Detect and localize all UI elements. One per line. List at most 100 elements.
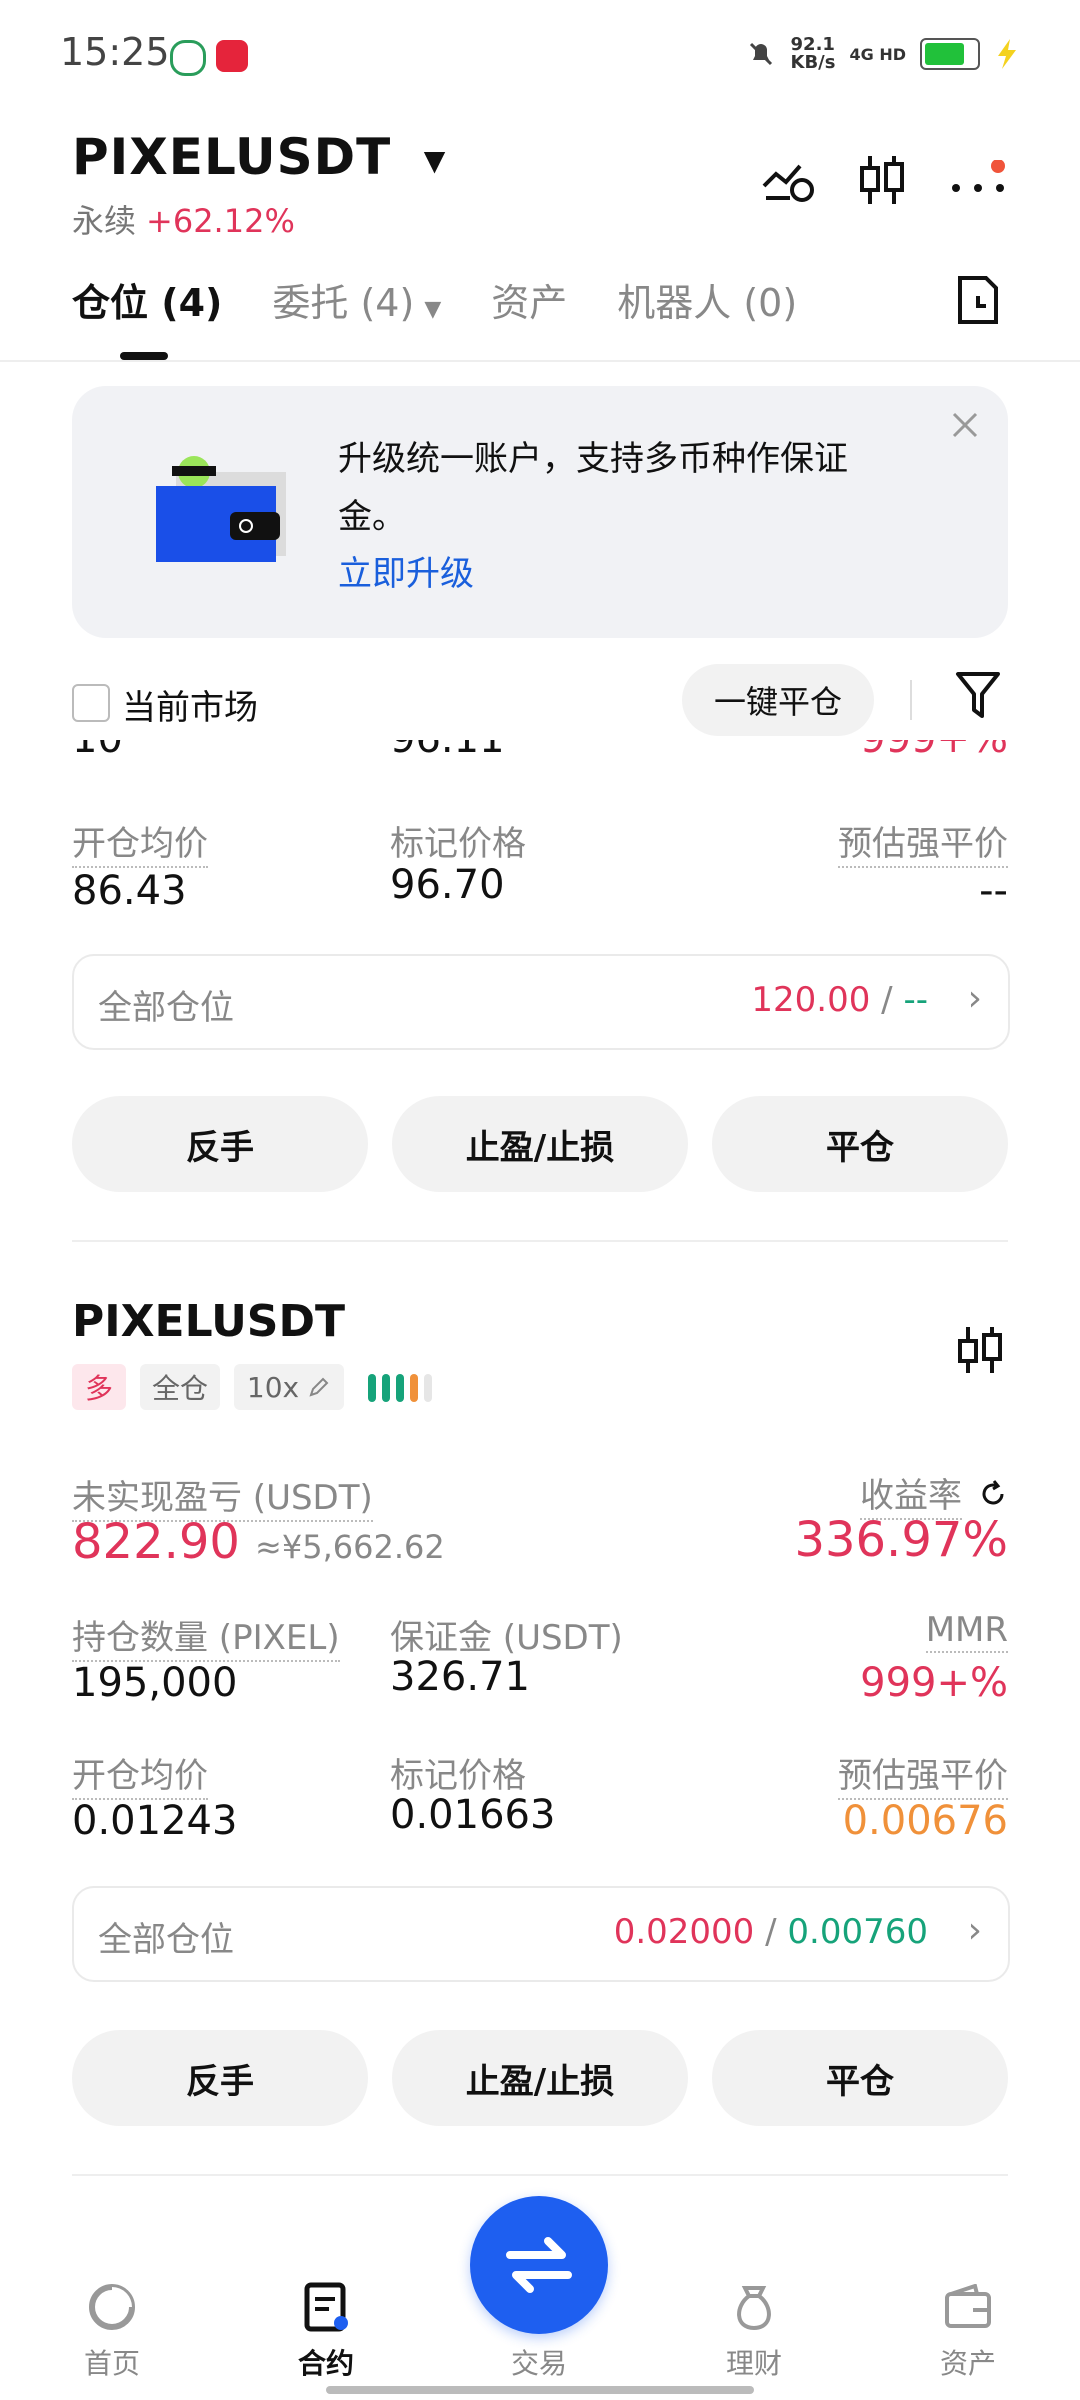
tab-underline [120, 352, 168, 360]
margin-value: 326.71 [390, 1654, 530, 1700]
all-positions-tpsl-row[interactable]: 全部仓位 0.02000 / 0.00760 › [72, 1886, 1010, 1982]
close-position-button[interactable]: 平仓 [712, 2030, 1008, 2126]
dropdown-caret-icon[interactable]: ▼ [424, 144, 447, 177]
nav-trade-label-wrap[interactable]: 交易 [470, 2342, 608, 2382]
roi-value: 336.97% [794, 1512, 1008, 1568]
chevron-right-icon: › [967, 978, 982, 1019]
tab-bar: 仓位 (4) 委托 (4) ▼ 资产 机器人 (0) [72, 272, 797, 327]
banner-message: 升级统一账户，支持多币种作保证金。 [338, 439, 848, 537]
separator: / [881, 980, 893, 1020]
tpsl-values: 120.00 / -- [751, 980, 928, 1020]
nav-trade-label[interactable]: 交易 [511, 2342, 567, 2382]
all-positions-label: 全部仓位 [98, 988, 234, 1028]
all-positions-tpsl-row[interactable]: 全部仓位 120.00 / -- › [72, 954, 1010, 1050]
current-market-label[interactable]: 当前市场 [122, 680, 258, 729]
take-profit-value: 120.00 [751, 980, 871, 1020]
app-notification-icon [216, 40, 248, 72]
unrealized-pnl: 822.90 ≈¥5,662.62 [72, 1514, 445, 1570]
pair-subtitle: 永续 +62.12% [72, 196, 295, 242]
avg-open-price-label: 开仓均价 [72, 1748, 208, 1800]
status-indicators: 92.1 KB/s 4G HD [745, 36, 1020, 72]
tab-orders-label[interactable]: 委托 (4) [272, 281, 414, 325]
est-liq-price-label: 预估强平价 [838, 816, 1008, 868]
money-bag-icon [727, 2280, 781, 2334]
nav-finance-label[interactable]: 理财 [726, 2342, 782, 2382]
mute-bell-icon [749, 42, 772, 66]
tab-positions[interactable]: 仓位 (4) [72, 272, 222, 327]
leverage-value[interactable]: 10x [247, 1371, 299, 1404]
nav-home-label[interactable]: 首页 [84, 2342, 140, 2382]
trade-button[interactable] [470, 2196, 608, 2334]
tab-assets[interactable]: 资产 [491, 272, 567, 327]
tab-orders[interactable]: 委托 (4) ▼ [272, 272, 441, 327]
leverage-tag[interactable]: 10x [234, 1364, 344, 1410]
candlestick-chart-icon[interactable] [950, 1320, 1010, 1380]
margin-mode-tag[interactable]: 全仓 [140, 1364, 220, 1410]
mark-price-label: 标记价格 [390, 824, 526, 864]
reverse-button[interactable]: 反手 [72, 1096, 368, 1192]
all-positions-label: 全部仓位 [98, 1920, 234, 1960]
contract-type: 永续 [72, 202, 137, 240]
mmr-value: 999+% [860, 1660, 1008, 1706]
refresh-icon[interactable] [978, 1479, 1008, 1509]
position-qty-label: 持仓数量 (PIXEL) [72, 1610, 340, 1662]
tpsl-button[interactable]: 止盈/止损 [392, 2030, 688, 2126]
card1-partial-value: 10 [72, 740, 123, 762]
close-all-button[interactable]: 一键平仓 [682, 664, 874, 736]
nav-assets-label[interactable]: 资产 [940, 2342, 996, 2382]
home-icon [85, 2280, 139, 2334]
nav-contract-label[interactable]: 合约 [298, 2342, 354, 2382]
pair-title[interactable]: PIXELUSDT ▼ [72, 128, 446, 186]
est-liq-price-label: 预估强平价 [838, 1748, 1008, 1800]
position-symbol[interactable]: PIXELUSDT [72, 1296, 345, 1347]
nav-contract[interactable]: 合约 [256, 2280, 396, 2382]
price-alert-icon[interactable] [758, 150, 818, 210]
tpsl-button[interactable]: 止盈/止损 [392, 1096, 688, 1192]
avg-open-price-label: 开仓均价 [72, 816, 208, 868]
wallet-illustration [156, 456, 292, 570]
card1-partial-value: 999+% [860, 740, 1008, 762]
side-tag: 多 [72, 1364, 126, 1410]
more-options-icon[interactable] [948, 150, 1008, 210]
chevron-right-icon: › [967, 1910, 982, 1951]
app-notification-icon [170, 40, 206, 76]
battery-icon [920, 38, 980, 70]
avg-open-price-value: 0.01243 [72, 1798, 238, 1844]
est-liq-price-value: 0.00676 [842, 1798, 1008, 1844]
position-qty-value: 195,000 [72, 1660, 238, 1706]
nav-assets[interactable]: 资产 [898, 2280, 1038, 2382]
candlestick-chart-icon[interactable] [852, 150, 912, 210]
card-divider [72, 1240, 1008, 1242]
stop-loss-value: 0.00760 [787, 1912, 928, 1952]
unrealized-pnl-value: 822.90 [72, 1514, 240, 1570]
header-divider [0, 360, 1080, 362]
nav-finance[interactable]: 理财 [684, 2280, 824, 2382]
history-document-icon[interactable] [948, 270, 1008, 330]
reverse-button[interactable]: 反手 [72, 2030, 368, 2126]
nav-home[interactable]: 首页 [42, 2280, 182, 2382]
close-banner-icon[interactable] [950, 410, 980, 444]
wallet-icon [941, 2280, 995, 2334]
stop-loss-value: -- [903, 980, 928, 1020]
edit-icon[interactable] [307, 1375, 331, 1399]
status-time: 15:25 [60, 30, 170, 74]
mark-price-label: 标记价格 [390, 1756, 526, 1796]
mark-price-value: 0.01663 [390, 1792, 556, 1838]
tpsl-values: 0.02000 / 0.00760 [614, 1912, 928, 1952]
separator: / [765, 1912, 777, 1952]
charging-icon [998, 39, 1016, 69]
tab-bots[interactable]: 机器人 (0) [617, 272, 797, 327]
card1-partial-value: 96.11 [390, 740, 505, 762]
dropdown-caret-icon[interactable]: ▼ [424, 297, 441, 322]
net-type: 4G HD [849, 44, 906, 64]
current-market-checkbox[interactable] [72, 684, 110, 722]
avg-open-price-value: 86.43 [72, 868, 187, 914]
filter-icon[interactable] [954, 670, 1002, 726]
upgrade-now-link[interactable]: 立即升级 [338, 546, 474, 595]
risk-level-bars-icon [368, 1374, 432, 1402]
swap-arrows-icon [506, 2237, 572, 2293]
unrealized-pnl-cny: ≈¥5,662.62 [255, 1528, 445, 1566]
contract-document-icon [299, 2280, 353, 2334]
price-change: +62.12% [146, 202, 295, 240]
close-position-button[interactable]: 平仓 [712, 1096, 1008, 1192]
